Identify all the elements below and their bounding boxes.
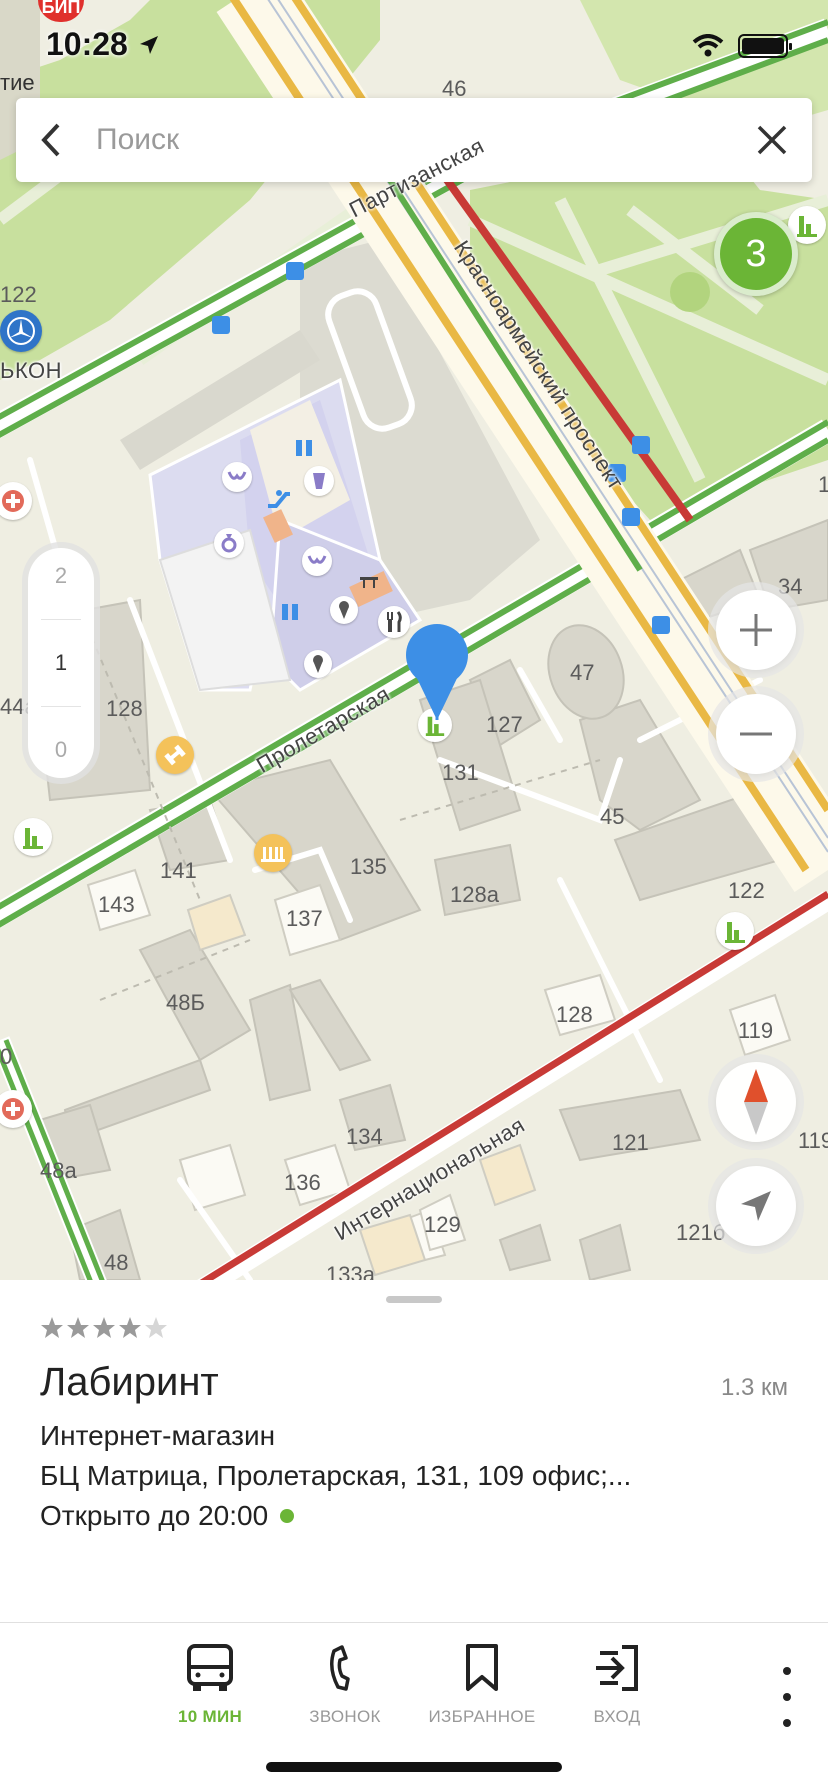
login-icon (596, 1645, 638, 1691)
house-number: 122 (728, 878, 765, 903)
compass-button[interactable] (716, 1062, 796, 1142)
bookstore-icon[interactable] (14, 818, 52, 856)
house-number: 48 (104, 1250, 129, 1275)
place-category: Интернет-магазин (40, 1420, 276, 1451)
chevron-left-icon (41, 123, 60, 157)
house-number: 143 (98, 892, 135, 917)
battery-icon (738, 34, 792, 58)
place-address: БЦ Матрица, Пролетарская, 131, 109 офис;… (40, 1460, 632, 1491)
house-number: 136 (284, 1170, 321, 1195)
my-location-button[interactable] (716, 1166, 796, 1246)
route-button[interactable]: 10 МИН (145, 1643, 275, 1727)
ice-cream-icon[interactable] (304, 650, 332, 678)
house-number: 131 (442, 760, 479, 785)
place-distance: 1.3 км (720, 1374, 788, 1401)
place-name: Лабиринт (40, 1360, 219, 1404)
elevator-icon (290, 434, 318, 462)
rating-stars (40, 1316, 168, 1342)
close-icon (757, 125, 787, 155)
house-number: 128 (106, 696, 143, 721)
mercedes-dealer-icon[interactable] (0, 310, 42, 352)
house-number: 128а (450, 882, 499, 907)
minus-icon (740, 732, 772, 736)
ice-cream-icon[interactable] (330, 596, 358, 624)
selected-place-pin[interactable] (404, 622, 470, 727)
house-number: 137 (286, 906, 323, 931)
elevator-icon (276, 598, 304, 626)
entrance-label: ВХОД (593, 1707, 641, 1726)
clock-text: 10:28 (46, 26, 128, 62)
floor-2-button[interactable]: 2 (55, 563, 67, 589)
wifi-icon (692, 34, 724, 57)
house-number: 134 (346, 1124, 383, 1149)
house-number: 128 (556, 1002, 593, 1027)
call-button[interactable]: ЗВОНОК (280, 1643, 410, 1727)
fitness-icon[interactable] (156, 736, 194, 774)
house-number: 34 (778, 574, 803, 599)
bookmark-icon (466, 1644, 498, 1691)
home-indicator (266, 1762, 562, 1772)
house-number: 1 (818, 472, 828, 497)
navigation-arrow-icon (741, 1191, 771, 1221)
map-view[interactable]: БИП тие 10:28 Партизанская Красноармейск… (0, 0, 828, 1280)
food-court-icon (356, 572, 382, 592)
phone-icon (330, 1645, 350, 1691)
jewelry-shop-icon[interactable] (214, 528, 244, 558)
house-number: 121б (676, 1220, 726, 1245)
zoom-in-button[interactable] (716, 590, 796, 670)
clear-search-button[interactable] (732, 98, 812, 182)
cosmetics-shop-icon[interactable] (304, 466, 334, 496)
plus-icon (740, 614, 772, 646)
lingerie-shop-icon[interactable] (302, 546, 332, 576)
house-number: 127 (486, 712, 523, 737)
house-number: 135 (350, 854, 387, 879)
status-indicators (692, 34, 792, 58)
floor-1-button[interactable]: 1 (55, 650, 67, 676)
entrance-button[interactable]: ВХОД (552, 1643, 682, 1727)
hours-text: Открыто до 20:00 (40, 1500, 269, 1531)
house-number: 46 (442, 76, 467, 101)
house-number: 129 (424, 1212, 461, 1237)
status-time: 10:28 (46, 26, 160, 63)
house-number: 47 (570, 660, 595, 685)
more-options-icon[interactable] (772, 1667, 802, 1727)
bookstore-icon[interactable] (716, 912, 754, 950)
house-number: 45 (600, 804, 625, 829)
zoom-out-button[interactable] (716, 694, 796, 774)
location-arrow-icon (139, 35, 158, 54)
bus-icon (187, 1644, 233, 1691)
house-number: 121 (612, 1130, 649, 1155)
call-label: ЗВОНОК (309, 1707, 381, 1726)
house-number: 133а (326, 1262, 375, 1280)
house-number: 141 (160, 858, 197, 883)
house-number: 48а (40, 1158, 77, 1183)
floor-selector: 2 1 0 (28, 548, 94, 778)
house-number: 48Б (166, 990, 205, 1015)
house-number: 119 (798, 1128, 828, 1153)
house-number: 119 (738, 1018, 774, 1043)
place-hours: Открыто до 20:00 (40, 1500, 295, 1532)
bank-icon[interactable] (254, 834, 292, 872)
favorite-button[interactable]: ИЗБРАННОЕ (417, 1643, 547, 1727)
house-number: 122 (0, 282, 37, 307)
floor-0-button[interactable]: 0 (55, 737, 67, 763)
escalator-icon (264, 484, 294, 514)
search-input[interactable] (86, 123, 732, 157)
poi-label-falcon: ЬКОН (0, 358, 63, 383)
lingerie-shop-icon[interactable] (222, 462, 252, 492)
cluster-marker[interactable]: 3 (714, 212, 798, 296)
open-status-dot (280, 1509, 295, 1523)
back-button[interactable] (16, 98, 86, 182)
favorite-label: ИЗБРАННОЕ (428, 1707, 536, 1726)
partial-map-label: тие (0, 70, 35, 95)
route-label: 10 МИН (177, 1707, 243, 1726)
house-number: 0 (0, 1044, 13, 1069)
place-card[interactable]: Лабиринт 1.3 км Интернет-магазин БЦ Матр… (0, 1280, 828, 1622)
compass-icon (744, 1069, 768, 1135)
drag-handle[interactable] (386, 1296, 442, 1303)
